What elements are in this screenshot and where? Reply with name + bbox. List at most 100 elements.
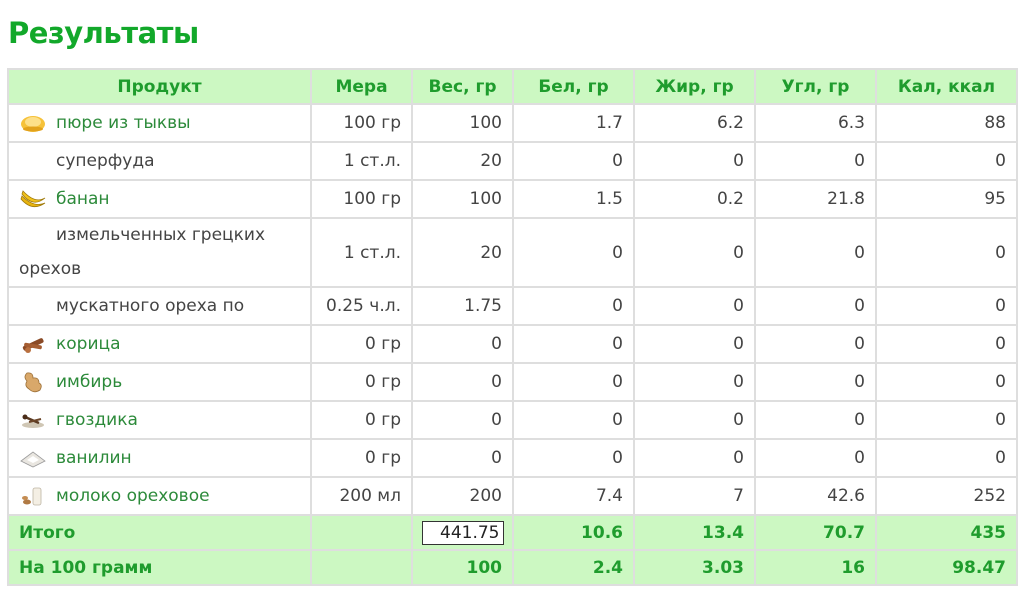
cell-carbs: 42.6 [754,476,877,516]
cell-weight: 20 [411,217,514,288]
product-cell: пюре из тыквы [7,103,312,143]
cell-kcal: 252 [875,476,1018,516]
cell-measure: 100 гр [310,103,413,143]
per100-protein: 2.4 [512,549,635,586]
cell-weight: 0 [411,400,514,440]
per100-label: На 100 грамм [7,549,312,586]
cell-protein: 0 [512,217,635,288]
total-label: Итого [7,514,312,551]
pumpkin-puree-icon [19,110,47,136]
product-link[interactable]: пюре из тыквы [56,113,191,133]
total-weight-cell [411,514,514,551]
cell-weight: 0 [411,438,514,478]
cell-fat: 0 [633,362,756,402]
header-protein: Бел, гр [512,68,635,105]
product-image-placeholder-icon [19,223,47,249]
product-link[interactable]: ванилин [56,448,132,468]
cell-protein: 0 [512,324,635,364]
per100-kcal: 98.47 [875,549,1018,586]
cell-fat: 0 [633,217,756,288]
clove-icon [19,407,47,433]
cell-kcal: 95 [875,179,1018,219]
header-weight: Вес, гр [411,68,514,105]
cell-weight: 200 [411,476,514,516]
cell-fat: 7 [633,476,756,516]
cell-protein: 0 [512,400,635,440]
total-weight-input[interactable] [421,520,504,545]
total-row: Итого 10.6 13.4 70.7 435 [7,514,1018,551]
table-row: суперфуда 1 ст.л. 20 0 0 0 0 [7,141,1018,181]
cell-measure: 0 гр [310,362,413,402]
per100-measure [310,549,413,586]
cinnamon-icon [19,331,47,357]
cell-fat: 0 [633,438,756,478]
cell-protein: 0 [512,362,635,402]
header-product: Продукт [7,68,312,105]
product-link[interactable]: банан [56,189,110,209]
cell-measure: 0 гр [310,324,413,364]
table-row: пюре из тыквы 100 гр 100 1.7 6.2 6.3 88 [7,103,1018,143]
cell-fat: 0 [633,324,756,364]
header-fat: Жир, гр [633,68,756,105]
cell-weight: 1.75 [411,286,514,326]
table-row: молоко ореховое 200 мл 200 7.4 7 42.6 252 [7,476,1018,516]
cell-weight: 100 [411,103,514,143]
cell-kcal: 0 [875,141,1018,181]
cell-kcal: 0 [875,400,1018,440]
page-title: Результаты [8,16,199,50]
cell-protein: 1.7 [512,103,635,143]
vanillin-icon [19,445,47,471]
cell-carbs: 0 [754,362,877,402]
cell-kcal: 0 [875,438,1018,478]
product-cell: корица [7,324,312,364]
cell-protein: 7.4 [512,476,635,516]
product-image-placeholder-icon [19,293,47,319]
cell-fat: 0 [633,400,756,440]
cell-kcal: 0 [875,362,1018,402]
product-cell: измельченных грецких орехов [7,217,312,288]
product-link[interactable]: гвоздика [56,410,138,430]
cell-carbs: 0 [754,324,877,364]
cell-measure: 0.25 ч.л. [310,286,413,326]
cell-kcal: 0 [875,286,1018,326]
per100-carbs: 16 [754,549,877,586]
product-name: измельченных грецких орехов [19,225,266,279]
product-link[interactable]: имбирь [56,372,122,392]
cell-carbs: 21.8 [754,179,877,219]
cell-weight: 0 [411,362,514,402]
header-carbs: Угл, гр [754,68,877,105]
product-name: мускатного ореха по [56,296,245,316]
cell-measure: 1 ст.л. [310,217,413,288]
total-fat: 13.4 [633,514,756,551]
cell-kcal: 88 [875,103,1018,143]
cell-measure: 200 мл [310,476,413,516]
product-cell: ванилин [7,438,312,478]
product-cell: мускатного ореха по [7,286,312,326]
cell-fat: 0 [633,141,756,181]
table-row: измельченных грецких орехов 1 ст.л. 20 0 0 0 0 [7,217,1018,288]
table-row: имбирь 0 гр 0 0 0 0 0 [7,362,1018,402]
cell-protein: 0 [512,286,635,326]
total-carbs: 70.7 [754,514,877,551]
product-cell: имбирь [7,362,312,402]
total-kcal: 435 [875,514,1018,551]
cell-kcal: 0 [875,217,1018,288]
cell-carbs: 0 [754,217,877,288]
table-row: ванилин 0 гр 0 0 0 0 0 [7,438,1018,478]
product-cell: молоко ореховое [7,476,312,516]
cell-weight: 20 [411,141,514,181]
product-link[interactable]: молоко ореховое [56,486,210,506]
cell-protein: 1.5 [512,179,635,219]
ginger-icon [19,369,47,395]
product-link[interactable]: корица [56,334,121,354]
cell-weight: 0 [411,324,514,364]
product-cell: гвоздика [7,400,312,440]
cell-protein: 0 [512,141,635,181]
cell-measure: 100 гр [310,179,413,219]
total-protein: 10.6 [512,514,635,551]
product-cell: банан [7,179,312,219]
cell-carbs: 0 [754,438,877,478]
cell-fat: 0 [633,286,756,326]
header-measure: Мера [310,68,413,105]
product-image-placeholder-icon [19,148,47,174]
